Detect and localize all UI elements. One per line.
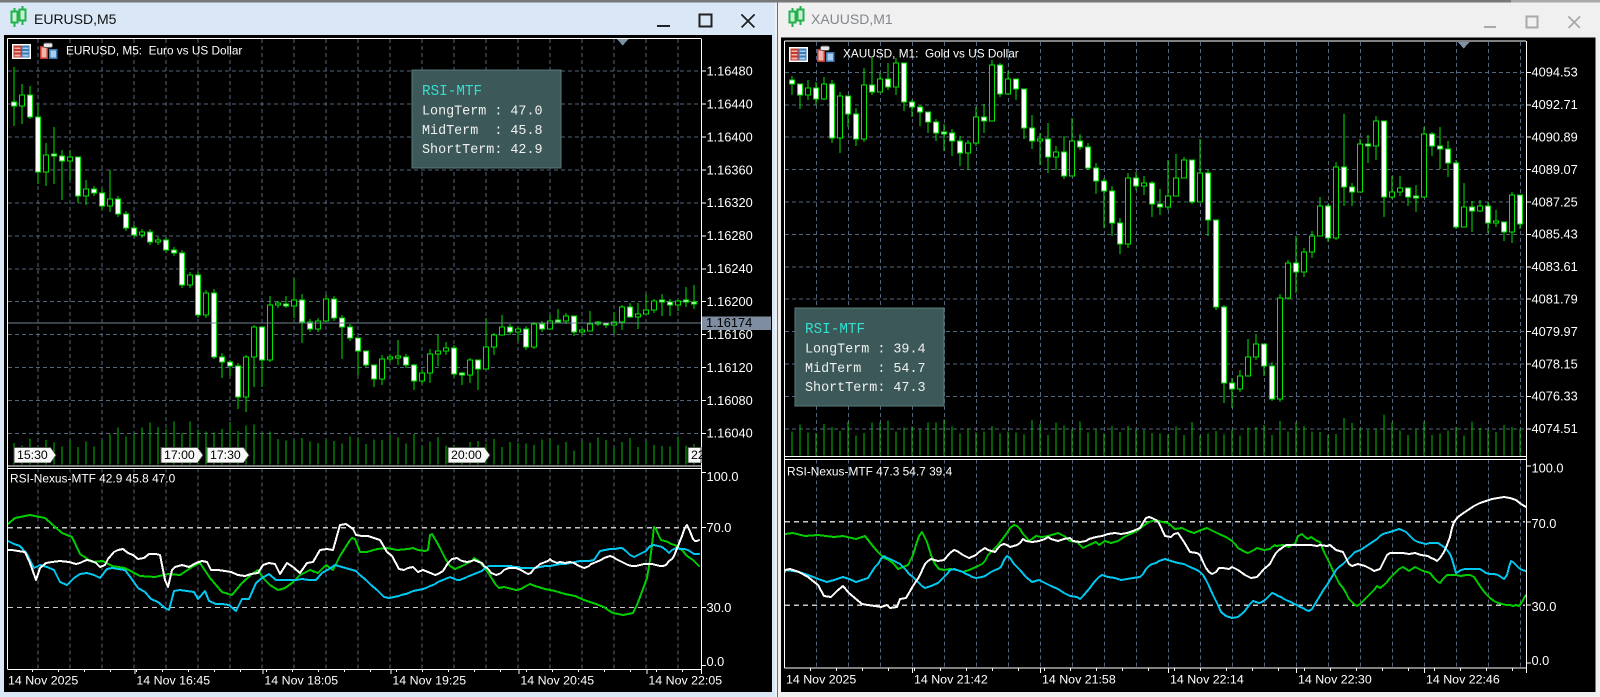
svg-text:RSI-Nexus-MTF 47.3 54.7 39.4: RSI-Nexus-MTF 47.3 54.7 39.4 [787, 464, 953, 478]
svg-text:EURUSD, M5: Euro vs US Dollar: EURUSD, M5: Euro vs US Dollar [66, 43, 242, 57]
svg-text:RSI-MTF: RSI-MTF [422, 84, 482, 100]
svg-text:14 Nov 21:58: 14 Nov 21:58 [1042, 672, 1116, 686]
svg-text:30.0: 30.0 [1532, 599, 1557, 614]
svg-text:RSI-MTF: RSI-MTF [805, 322, 865, 338]
svg-text:14 Nov 20:45: 14 Nov 20:45 [520, 673, 594, 687]
svg-text:XAUUSD,M1: XAUUSD,M1 [811, 11, 893, 27]
svg-text:1.16040: 1.16040 [707, 426, 753, 441]
svg-text:14 Nov 18:05: 14 Nov 18:05 [264, 673, 338, 687]
svg-text:14 Nov 16:45: 14 Nov 16:45 [136, 673, 210, 687]
svg-text:15:30: 15:30 [17, 448, 48, 462]
svg-text:14 Nov 21:42: 14 Nov 21:42 [914, 672, 988, 686]
svg-text:14 Nov 22:46: 14 Nov 22:46 [1426, 672, 1500, 686]
svg-text:1.16080: 1.16080 [707, 393, 753, 408]
svg-text:1.16320: 1.16320 [707, 195, 753, 210]
svg-text:1.16400: 1.16400 [707, 129, 753, 144]
svg-text:EURUSD,M5: EURUSD,M5 [34, 11, 117, 27]
svg-text:4085.43: 4085.43 [1532, 227, 1578, 242]
svg-text:XAUUSD, M1: Gold vs US Dollar: XAUUSD, M1: Gold vs US Dollar [843, 46, 1019, 60]
svg-text:1.16200: 1.16200 [707, 294, 753, 309]
svg-text:RSI-Nexus-MTF 42.9 45.8 47.0: RSI-Nexus-MTF 42.9 45.8 47.0 [10, 472, 176, 486]
svg-text:ShortTerm: 42.9: ShortTerm: 42.9 [422, 143, 543, 158]
svg-text:14 Nov 2025: 14 Nov 2025 [786, 672, 856, 686]
svg-text:17:30: 17:30 [210, 448, 241, 462]
svg-text:4094.53: 4094.53 [1532, 65, 1578, 80]
svg-text:LongTerm : 39.4: LongTerm : 39.4 [805, 343, 926, 358]
svg-text:14 Nov 22:30: 14 Nov 22:30 [1298, 672, 1372, 686]
svg-text:4078.15: 4078.15 [1532, 356, 1578, 371]
svg-text:14 Nov 22:14: 14 Nov 22:14 [1170, 672, 1244, 686]
svg-text:14 Nov 2025: 14 Nov 2025 [8, 673, 78, 687]
svg-text:1.16160: 1.16160 [707, 327, 753, 342]
svg-text:4079.97: 4079.97 [1532, 324, 1578, 339]
svg-text:4076.33: 4076.33 [1532, 389, 1578, 404]
svg-text:4083.61: 4083.61 [1532, 259, 1578, 274]
svg-text:4090.89: 4090.89 [1532, 130, 1578, 145]
svg-text:20:00: 20:00 [451, 448, 482, 462]
svg-text:1.16240: 1.16240 [707, 261, 753, 276]
svg-text:4074.51: 4074.51 [1532, 421, 1578, 436]
svg-text:70.0: 70.0 [707, 520, 732, 535]
svg-text:70.0: 70.0 [1532, 516, 1557, 531]
svg-text:100.0: 100.0 [707, 469, 739, 484]
svg-text:17:00: 17:00 [164, 448, 195, 462]
svg-text:1.16280: 1.16280 [707, 228, 753, 243]
svg-text:22: 22 [691, 448, 705, 462]
svg-text:4081.79: 4081.79 [1532, 292, 1578, 307]
svg-text:4089.07: 4089.07 [1532, 162, 1578, 177]
svg-text:14 Nov 19:25: 14 Nov 19:25 [392, 673, 466, 687]
svg-text:0.0: 0.0 [707, 654, 725, 669]
svg-text:4092.71: 4092.71 [1532, 97, 1578, 112]
svg-text:1.16440: 1.16440 [707, 96, 753, 111]
svg-text:14 Nov 22:05: 14 Nov 22:05 [648, 673, 722, 687]
svg-text:30.0: 30.0 [707, 600, 732, 615]
svg-text:MidTerm : 54.7: MidTerm : 54.7 [805, 362, 926, 377]
svg-text:0.0: 0.0 [1532, 653, 1550, 668]
svg-text:1.16360: 1.16360 [707, 162, 753, 177]
svg-text:100.0: 100.0 [1532, 460, 1564, 475]
svg-text:LongTerm : 47.0: LongTerm : 47.0 [422, 105, 543, 120]
svg-text:ShortTerm: 47.3: ShortTerm: 47.3 [805, 381, 926, 396]
svg-text:1.16120: 1.16120 [707, 360, 753, 375]
svg-text:4087.25: 4087.25 [1532, 194, 1578, 209]
svg-text:MidTerm : 45.8: MidTerm : 45.8 [422, 124, 543, 139]
svg-text:1.16480: 1.16480 [707, 64, 753, 79]
